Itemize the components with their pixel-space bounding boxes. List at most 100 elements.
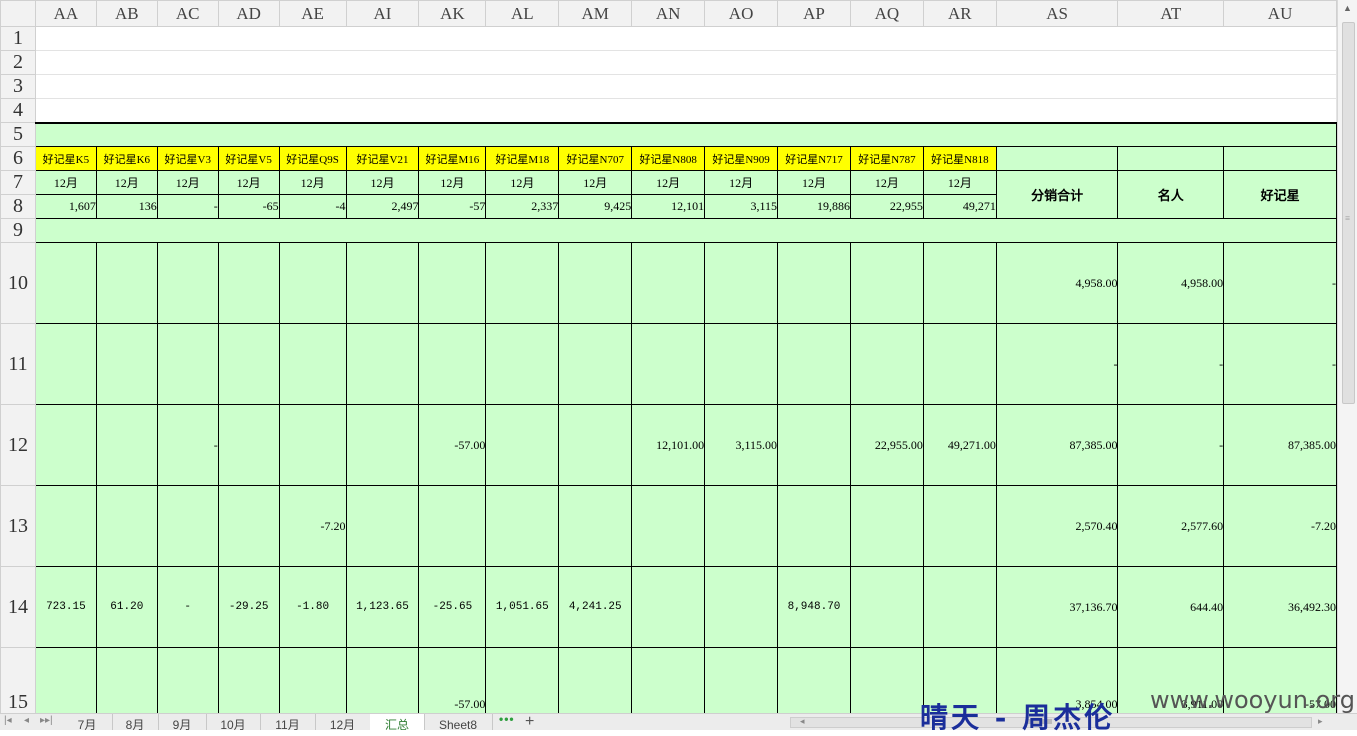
cell[interactable] xyxy=(156,323,219,405)
tab-july[interactable]: 7月 xyxy=(62,714,113,730)
month-cell[interactable]: 12月 xyxy=(278,170,347,195)
col-header-AT[interactable]: AT xyxy=(1117,0,1225,27)
cell[interactable] xyxy=(278,242,347,324)
month-cell[interactable]: 12月 xyxy=(34,170,97,195)
add-sheet-icon[interactable]: + xyxy=(525,714,534,730)
col-header-AA[interactable]: AA xyxy=(34,0,97,27)
cell[interactable]: 2,497 xyxy=(345,194,420,219)
row-header[interactable]: 6 xyxy=(0,146,36,171)
cell[interactable]: -65 xyxy=(217,194,280,219)
cell[interactable] xyxy=(704,485,779,567)
row-header[interactable]: 14 xyxy=(0,566,36,648)
vertical-scrollbar[interactable]: ▲ ≡ xyxy=(1337,0,1357,713)
col-header-AU[interactable]: AU xyxy=(1223,0,1337,27)
cell[interactable]: 4,958.00 xyxy=(995,242,1119,324)
cell[interactable] xyxy=(34,323,97,405)
cell[interactable] xyxy=(278,323,347,405)
row-header[interactable]: 4 xyxy=(0,98,36,123)
blank-cells[interactable] xyxy=(34,98,1337,123)
row-header[interactable]: 5 xyxy=(0,122,36,147)
scroll-left-icon[interactable]: ◂ xyxy=(800,716,805,727)
cell[interactable] xyxy=(704,323,779,405)
cell[interactable]: -57.00 xyxy=(418,404,487,486)
first-sheet-icon[interactable]: |◂ xyxy=(4,715,12,726)
cell[interactable]: 49,271 xyxy=(922,194,997,219)
cell[interactable] xyxy=(849,323,924,405)
cell[interactable] xyxy=(777,647,851,713)
cell[interactable] xyxy=(217,485,280,567)
cell[interactable]: 36,492.30 xyxy=(1223,566,1337,648)
col-header-AS[interactable]: AS xyxy=(995,0,1119,27)
cell[interactable]: -4 xyxy=(278,194,347,219)
cell[interactable]: 87,385.00 xyxy=(1223,404,1337,486)
tab-december[interactable]: 12月 xyxy=(315,714,371,730)
month-cell[interactable]: 12月 xyxy=(485,170,560,195)
cell[interactable] xyxy=(345,647,420,713)
cell[interactable] xyxy=(704,647,779,713)
row-header[interactable]: 11 xyxy=(0,323,36,405)
cell[interactable] xyxy=(485,647,560,713)
cell[interactable] xyxy=(558,404,633,486)
cell[interactable]: 3,115.00 xyxy=(704,404,779,486)
col-header-AE[interactable]: AE xyxy=(278,0,347,27)
product-cell[interactable]: 好记星N909 xyxy=(704,146,779,171)
select-all-corner[interactable] xyxy=(0,0,36,27)
cell[interactable]: 1,607 xyxy=(34,194,97,219)
cell[interactable]: 2,337 xyxy=(485,194,560,219)
cell[interactable] xyxy=(704,242,779,324)
row-header[interactable]: 7 xyxy=(0,170,36,195)
cell[interactable] xyxy=(558,485,633,567)
row-header[interactable]: 13 xyxy=(0,485,36,567)
cell[interactable]: 644.40 xyxy=(1117,566,1225,648)
cell[interactable] xyxy=(485,323,560,405)
green-band-cells[interactable] xyxy=(34,121,1337,147)
header-celebrity[interactable]: 名人 xyxy=(1117,170,1225,219)
cell[interactable] xyxy=(922,566,997,648)
blank-cells[interactable] xyxy=(34,26,1337,51)
tab-october[interactable]: 10月 xyxy=(206,714,261,730)
cell[interactable]: 4,958.00 xyxy=(1117,242,1225,324)
col-header-AB[interactable]: AB xyxy=(95,0,158,27)
blank-cells[interactable] xyxy=(34,74,1337,99)
month-cell[interactable]: 12月 xyxy=(217,170,280,195)
tab-summary[interactable]: 汇总 xyxy=(370,714,425,730)
cell[interactable]: -7.20 xyxy=(278,485,347,567)
cell[interactable] xyxy=(631,647,706,713)
cell[interactable] xyxy=(34,647,97,713)
cell[interactable] xyxy=(345,323,420,405)
scroll-right-icon[interactable]: ▸ xyxy=(1318,716,1323,727)
cell[interactable] xyxy=(217,647,280,713)
month-cell[interactable]: 12月 xyxy=(418,170,487,195)
product-cell[interactable]: 好记星N808 xyxy=(631,146,706,171)
month-cell[interactable]: 12月 xyxy=(95,170,158,195)
cell[interactable] xyxy=(217,404,280,486)
cell[interactable]: -57 xyxy=(418,194,487,219)
cell[interactable] xyxy=(995,146,1119,171)
cell[interactable] xyxy=(95,242,158,324)
cell[interactable] xyxy=(95,404,158,486)
month-cell[interactable]: 12月 xyxy=(922,170,997,195)
cell[interactable]: -7.20 xyxy=(1223,485,1337,567)
cell[interactable] xyxy=(34,485,97,567)
cell[interactable] xyxy=(217,323,280,405)
prev-sheet-icon[interactable]: ◂ xyxy=(24,715,29,726)
green-band-cells[interactable] xyxy=(34,218,1337,243)
cell[interactable]: 4,241.25 xyxy=(558,566,633,648)
cell[interactable]: 9,425 xyxy=(558,194,633,219)
cell[interactable] xyxy=(558,323,633,405)
cell[interactable]: - xyxy=(995,323,1119,405)
cell[interactable]: 87,385.00 xyxy=(995,404,1119,486)
cell[interactable] xyxy=(777,323,851,405)
scroll-up-icon[interactable]: ▲ xyxy=(1343,3,1352,13)
cell[interactable]: 136 xyxy=(95,194,158,219)
product-cell[interactable]: 好记星K5 xyxy=(34,146,97,171)
cell[interactable] xyxy=(485,242,560,324)
cell[interactable] xyxy=(777,485,851,567)
cell[interactable] xyxy=(922,485,997,567)
product-cell[interactable]: 好记星K6 xyxy=(95,146,158,171)
cell[interactable] xyxy=(345,242,420,324)
cell[interactable] xyxy=(278,647,347,713)
cell[interactable]: -29.25 xyxy=(217,566,280,648)
cell[interactable]: - xyxy=(156,404,219,486)
header-distribution-total[interactable]: 分销合计 xyxy=(995,170,1119,219)
